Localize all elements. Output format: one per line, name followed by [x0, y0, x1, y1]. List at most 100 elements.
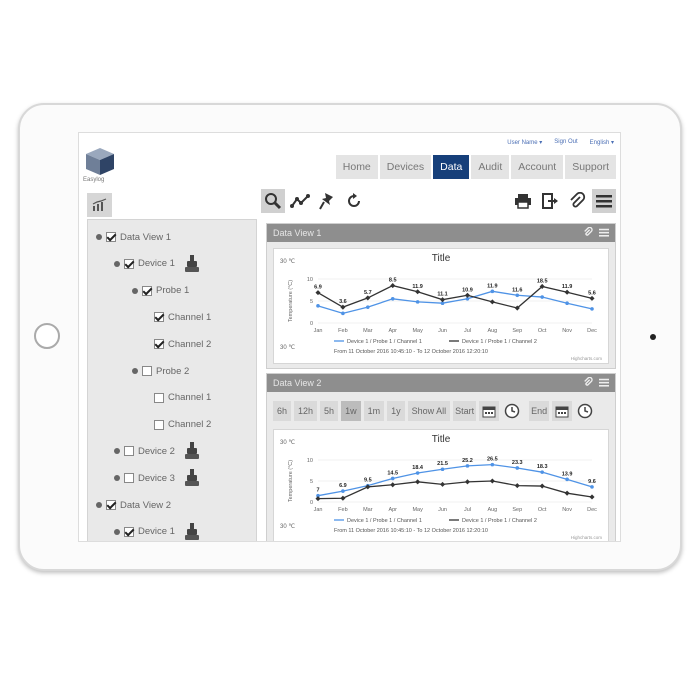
- expand-toggle-icon[interactable]: [132, 368, 138, 374]
- corner-label: 30 ℃: [280, 259, 295, 265]
- data-label: 7: [316, 488, 319, 494]
- device-probe-icon: [184, 442, 199, 460]
- zoom-icon[interactable]: [261, 189, 285, 213]
- range-1w-button[interactable]: 1w: [341, 401, 361, 421]
- print-icon[interactable]: [511, 189, 535, 213]
- attachment-icon[interactable]: [583, 377, 593, 387]
- tree-item[interactable]: Channel 2: [154, 337, 211, 351]
- data-point: [540, 295, 544, 299]
- menu-icon[interactable]: [592, 189, 616, 213]
- data-label: 5.7: [364, 290, 372, 296]
- tree-item[interactable]: Channel 1: [154, 391, 211, 405]
- data-label: 18.5: [537, 278, 548, 284]
- tree-item[interactable]: Channel 2: [154, 418, 211, 432]
- tree-checkbox[interactable]: [154, 419, 164, 430]
- range-6h-button[interactable]: 6h: [273, 401, 292, 421]
- data-view-panel-2: Data View 2 6h 12h 5h 1w 1m 1y Show All …: [266, 373, 616, 542]
- show-all-button[interactable]: Show All: [407, 401, 451, 421]
- tab-data[interactable]: Data: [433, 155, 470, 179]
- user-name-menu[interactable]: User Name ▾: [507, 139, 542, 146]
- tree-item[interactable]: Probe 1: [132, 284, 189, 298]
- menu-icon[interactable]: [599, 228, 609, 237]
- data-point: [415, 479, 421, 485]
- tree-item[interactable]: Probe 2: [132, 364, 189, 378]
- tree-checkbox[interactable]: [124, 526, 134, 537]
- y-tick-label: 10: [307, 277, 313, 283]
- line-chart[interactable]: Title 30 ℃ 30 ℃ Temperature (°C) 0 5 10 Jan Feb M…: [274, 430, 608, 542]
- refresh-icon[interactable]: [342, 189, 366, 213]
- x-tick-label: Sep: [512, 328, 522, 334]
- expand-toggle-icon[interactable]: [132, 287, 138, 294]
- range-1y-button[interactable]: 1y: [387, 401, 405, 421]
- y-tick-label: 10: [307, 458, 313, 464]
- expand-toggle-icon[interactable]: [114, 528, 120, 535]
- tree-item[interactable]: Data View 2: [96, 498, 171, 512]
- pin-icon[interactable]: [315, 189, 339, 213]
- data-label: 18.3: [537, 464, 548, 470]
- tree-item-label: Channel 2: [168, 419, 212, 431]
- tree-checkbox[interactable]: [142, 285, 152, 296]
- tree-checkbox[interactable]: [154, 312, 164, 323]
- x-tick-label: Mar: [363, 507, 373, 513]
- tab-account[interactable]: Account: [511, 155, 564, 179]
- range-1m-button[interactable]: 1m: [363, 401, 385, 421]
- data-point: [390, 476, 395, 481]
- x-tick-label: May: [412, 507, 423, 513]
- x-tick-label: Dec: [587, 507, 597, 513]
- tab-support[interactable]: Support: [565, 155, 616, 179]
- x-tick-label: Jul: [464, 328, 471, 334]
- calendar-icon[interactable]: [552, 401, 573, 421]
- y-tick-label: 0: [310, 321, 313, 327]
- data-point: [515, 466, 520, 470]
- panel-header: Data View 1: [267, 224, 615, 242]
- expand-toggle-icon[interactable]: [114, 260, 120, 267]
- expand-toggle-icon[interactable]: [114, 475, 120, 482]
- range-5h-button[interactable]: 5h: [320, 401, 339, 421]
- tree-checkbox[interactable]: [154, 339, 164, 350]
- line-chart[interactable]: Title 30 ℃ 30 ℃ Temperature (°C) 0 5 10 Jan Feb M…: [274, 249, 608, 363]
- data-point: [415, 300, 420, 304]
- tree-item-label: Data View 2: [120, 499, 172, 511]
- tree-checkbox[interactable]: [106, 232, 116, 242]
- export-icon[interactable]: [538, 189, 562, 213]
- calendar-icon[interactable]: [479, 401, 500, 421]
- data-label: 6.9: [314, 285, 322, 291]
- data-label: 26.5: [487, 457, 498, 463]
- tree-checkbox[interactable]: [106, 500, 116, 510]
- attachment-icon[interactable]: [565, 189, 589, 213]
- attachment-icon[interactable]: [583, 227, 593, 237]
- chart-view-icon[interactable]: [87, 193, 112, 217]
- data-point: [490, 462, 495, 467]
- expand-toggle-icon[interactable]: [96, 234, 102, 240]
- line-chart-icon[interactable]: [288, 189, 312, 213]
- tab-home[interactable]: Home: [335, 155, 378, 179]
- data-label: 5.6: [588, 290, 596, 296]
- x-tick-label: Aug: [487, 328, 497, 334]
- language-menu[interactable]: English ▾: [590, 139, 614, 146]
- expand-toggle-icon[interactable]: [96, 502, 102, 508]
- device-probe-icon: [184, 522, 199, 540]
- tree-checkbox[interactable]: [124, 473, 134, 484]
- tree-item[interactable]: Device 3: [114, 469, 199, 487]
- sign-out-link[interactable]: Sign Out: [554, 139, 577, 146]
- tree-checkbox[interactable]: [154, 392, 164, 403]
- tab-devices[interactable]: Devices: [379, 155, 432, 179]
- tree-checkbox[interactable]: [124, 446, 134, 457]
- tree-checkbox[interactable]: [124, 258, 134, 269]
- tree-item[interactable]: Device 2: [114, 442, 199, 460]
- tree-item[interactable]: Device 1: [114, 522, 199, 540]
- legend-item: Device 1 / Probe 1 / Channel 1: [347, 518, 422, 524]
- tablet-home-button[interactable]: [34, 323, 60, 349]
- tree-checkbox[interactable]: [142, 366, 152, 376]
- tree-item[interactable]: Data View 1: [96, 230, 171, 244]
- tree-item-label: Probe 2: [156, 365, 190, 377]
- chart-credit: Highcharts.com: [571, 356, 603, 361]
- tab-audit[interactable]: Audit: [471, 155, 510, 179]
- clock-icon[interactable]: [575, 401, 595, 421]
- tree-item[interactable]: Device 1: [114, 254, 199, 272]
- range-12h-button[interactable]: 12h: [294, 401, 318, 421]
- expand-toggle-icon[interactable]: [114, 448, 120, 455]
- clock-icon[interactable]: [502, 401, 522, 421]
- menu-icon[interactable]: [599, 378, 609, 387]
- tree-item[interactable]: Channel 1: [154, 310, 211, 324]
